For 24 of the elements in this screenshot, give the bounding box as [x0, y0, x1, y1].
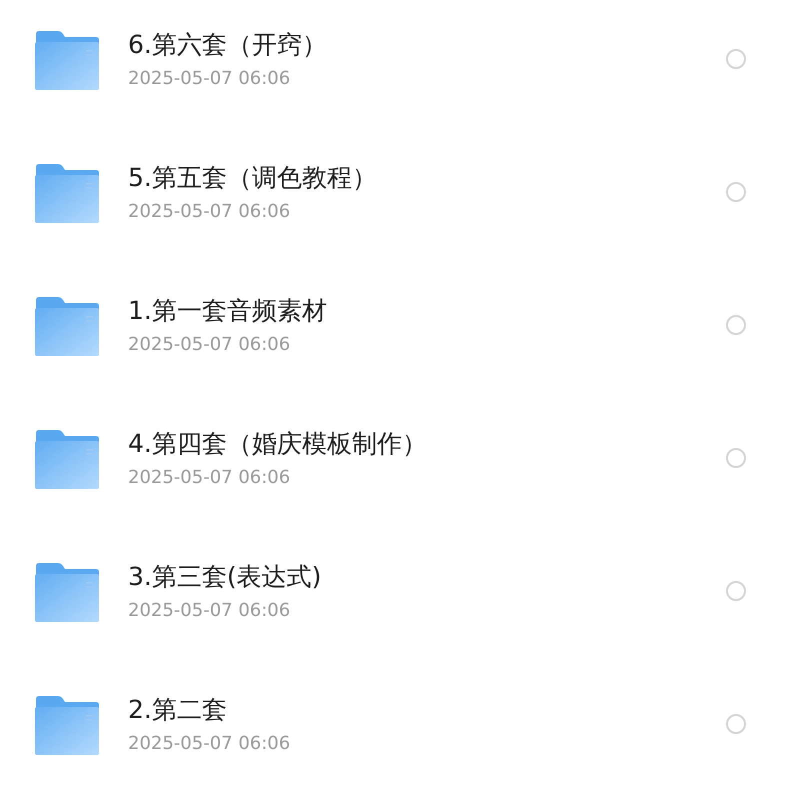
folder-icon	[34, 163, 100, 223]
select-radio[interactable]	[726, 581, 746, 601]
folder-icon	[34, 562, 100, 622]
folder-icon	[34, 429, 100, 489]
select-radio[interactable]	[726, 714, 746, 734]
folder-icon	[34, 30, 100, 90]
modified-date: 2025-05-07 06:06	[128, 466, 292, 490]
folder-icon	[34, 296, 100, 356]
folder-icon	[34, 695, 100, 755]
select-radio[interactable]	[726, 448, 746, 468]
modified-date: 2025-05-07 06:06	[128, 732, 292, 756]
folder-name: 4.第四套（婚庆模板制作）	[128, 428, 428, 460]
folder-name: 2.第二套	[128, 694, 228, 726]
folder-name: 1.第一套音频素材	[128, 295, 328, 327]
folder-name: 5.第五套（调色教程）	[128, 162, 378, 194]
modified-date: 2025-05-07 06:06	[128, 333, 292, 357]
select-radio[interactable]	[726, 182, 746, 202]
folder-name: 3.第三套(表达式)	[128, 561, 322, 593]
modified-date: 2025-05-07 06:06	[128, 599, 292, 623]
modified-date: 2025-05-07 06:06	[128, 67, 292, 91]
folder-name: 6.第六套（开窍）	[128, 29, 328, 61]
select-radio[interactable]	[726, 49, 746, 69]
modified-date: 2025-05-07 06:06	[128, 200, 292, 224]
select-radio[interactable]	[726, 315, 746, 335]
